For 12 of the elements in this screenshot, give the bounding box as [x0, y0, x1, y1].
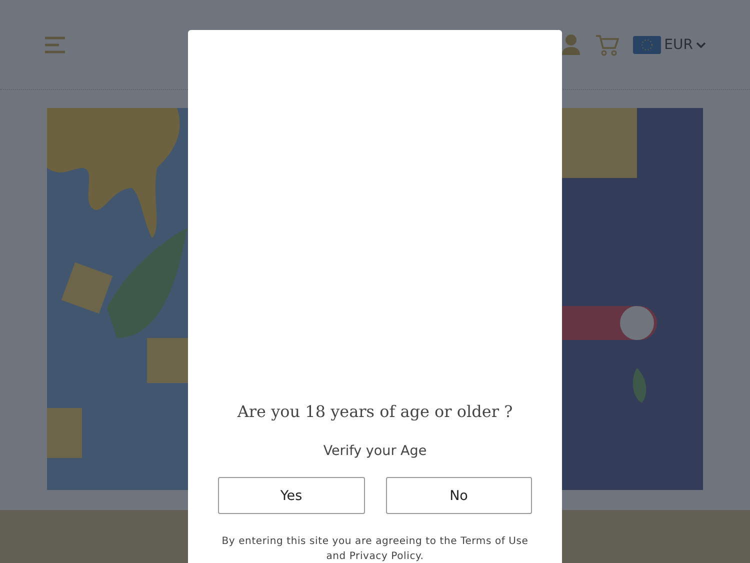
- leaf-drawing: [632, 368, 646, 403]
- age-question: Are you 18 years of age or older ?: [237, 402, 513, 421]
- verify-subtitle: Verify your Age: [323, 443, 427, 459]
- cart-icon[interactable]: [595, 34, 620, 56]
- answer-button[interactable]: Yes: [218, 477, 364, 514]
- honey-cube: [47, 408, 82, 458]
- answer-button[interactable]: No: [386, 477, 532, 514]
- user-icon[interactable]: [561, 34, 582, 56]
- menu-icon[interactable]: [44, 36, 66, 54]
- disclaimer-text: By entering this site you are agreeing to the Terms of Use and Privacy Policy.: [220, 535, 530, 563]
- flag-icon: [633, 36, 662, 54]
- chevron-down-icon: [696, 40, 706, 48]
